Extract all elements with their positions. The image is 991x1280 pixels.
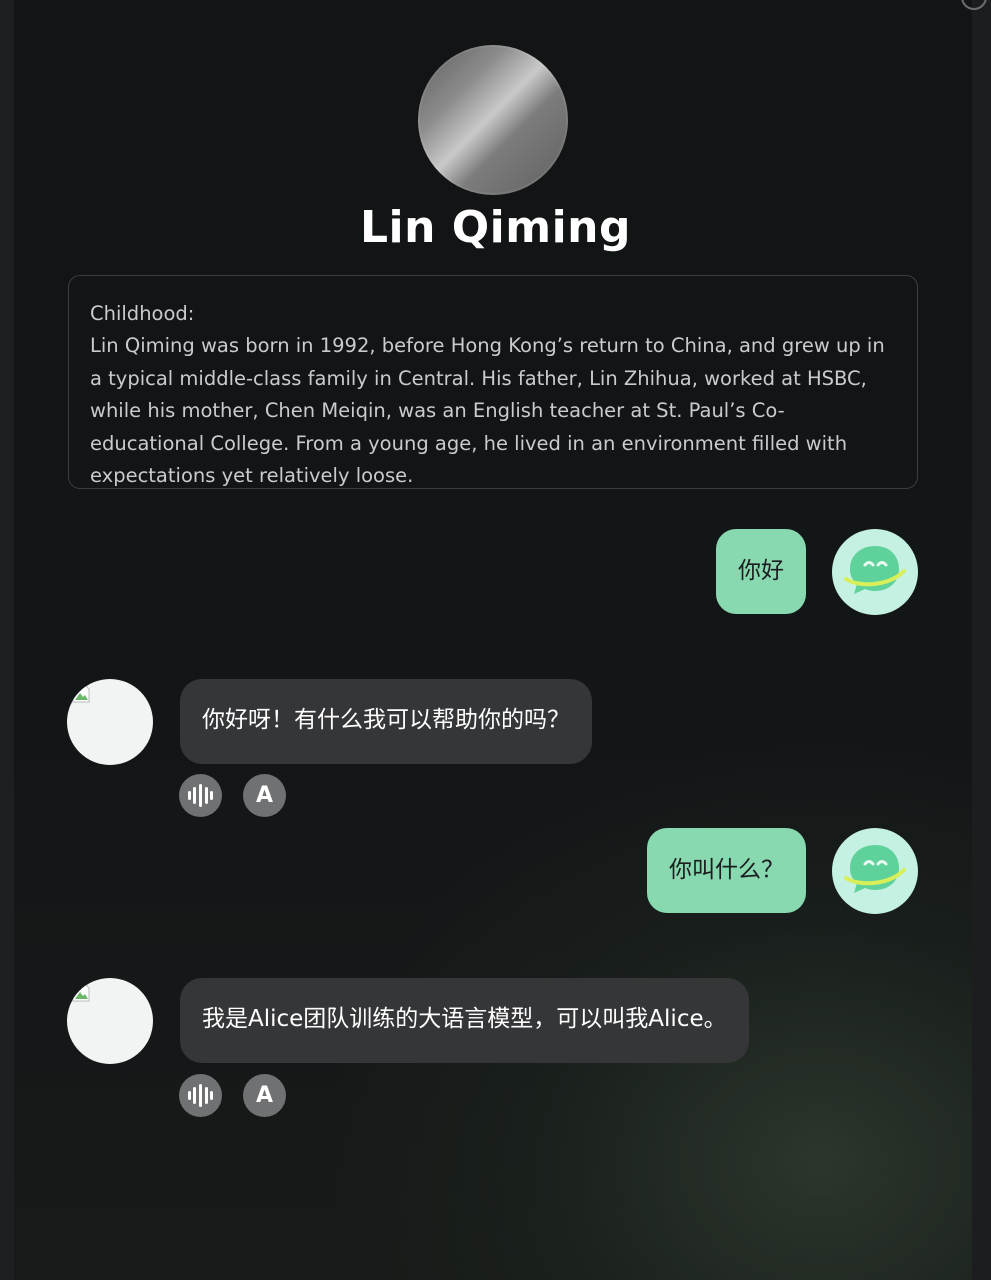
bio-heading: Childhood: <box>90 302 195 325</box>
character-name: Lin Qiming <box>360 202 631 253</box>
user-message-bubble: 你叫什么？ <box>647 828 806 913</box>
user-message-bubble: 你好 <box>716 529 806 614</box>
assistant-message-bubble: 你好呀！有什么我可以帮助你的吗？ <box>180 679 592 764</box>
character-avatar <box>418 45 568 195</box>
bio-text: Lin Qiming was born in 1992, before Hong… <box>90 334 885 488</box>
user-avatar <box>832 529 918 615</box>
play-voice-button[interactable] <box>179 1074 222 1117</box>
play-voice-button[interactable] <box>179 774 222 817</box>
chat-bubble-smile-icon <box>844 845 906 893</box>
left-edge-panel <box>0 0 14 1280</box>
chat-page: Lin Qiming Childhood: Lin Qiming was bor… <box>0 0 991 1280</box>
broken-image-icon <box>72 982 90 1002</box>
assistant-avatar <box>67 679 153 765</box>
broken-image-icon <box>72 683 90 703</box>
character-bio-card: Childhood: Lin Qiming was born in 1992, … <box>68 275 918 489</box>
audio-waveform-icon <box>188 1084 213 1107</box>
translate-button[interactable]: A <box>243 1074 286 1117</box>
user-avatar <box>832 828 918 914</box>
chat-bubble-smile-icon <box>844 546 906 594</box>
right-scrollbar-track[interactable] <box>972 0 991 1280</box>
translate-button[interactable]: A <box>243 774 286 817</box>
translate-button-label: A <box>255 1083 274 1108</box>
assistant-message-bubble: 我是Alice团队训练的大语言模型，可以叫我Alice。 <box>180 978 749 1063</box>
translate-button-label: A <box>255 783 274 808</box>
assistant-avatar <box>67 978 153 1064</box>
audio-waveform-icon <box>188 784 213 807</box>
